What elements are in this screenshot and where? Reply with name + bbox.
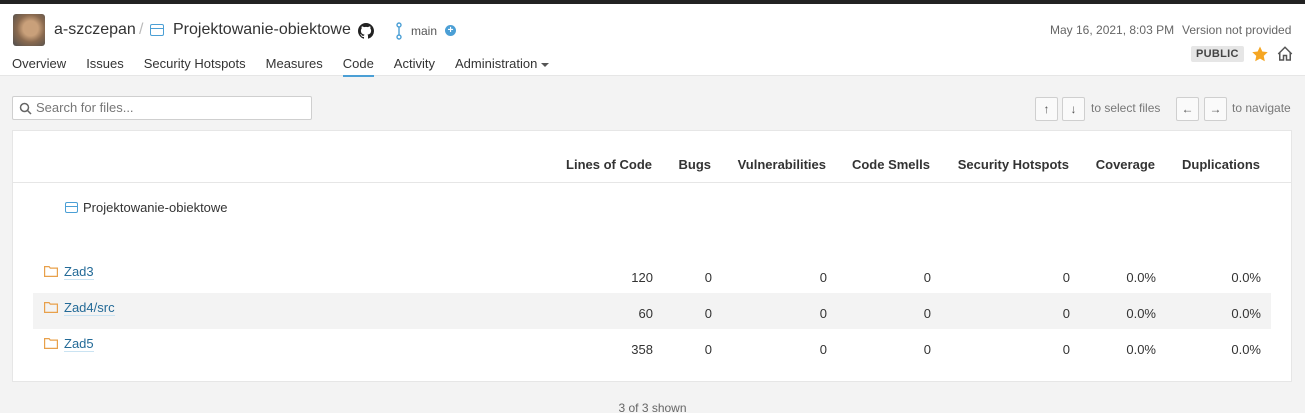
column-coverage: Coverage xyxy=(1095,157,1155,172)
results-count: 3 of 3 shown xyxy=(618,401,687,413)
avatar[interactable] xyxy=(13,14,45,46)
search-input[interactable] xyxy=(36,100,306,115)
cell-code-smells: 0 xyxy=(923,342,931,357)
navigate-hint: to navigate xyxy=(1232,101,1291,115)
tab-overview[interactable]: Overview xyxy=(12,56,66,77)
code-table: Lines of Code Bugs Vulnerabilities Code … xyxy=(12,130,1292,382)
key-right-button: → xyxy=(1204,97,1227,121)
version-label: Version not provided xyxy=(1182,23,1292,37)
project-header: a-szczepan / Projektowanie-obiektowe mai… xyxy=(0,4,1305,77)
folder-link[interactable]: Zad5 xyxy=(64,336,94,352)
cell-lines-of-code: 358 xyxy=(631,342,653,357)
cell-duplications: 0.0% xyxy=(1231,306,1261,321)
select-hint: to select files xyxy=(1091,101,1161,115)
visibility-badge: PUBLIC xyxy=(1191,46,1244,62)
column-bugs: Bugs xyxy=(678,157,712,172)
root-component-name: Projektowanie-obiektowe xyxy=(83,200,228,215)
cell-bugs: 0 xyxy=(704,270,712,285)
breadcrumb-separator: / xyxy=(139,21,144,38)
tab-measures[interactable]: Measures xyxy=(266,56,323,77)
cell-coverage: 0.0% xyxy=(1126,342,1156,357)
folder-link[interactable]: Zad4/src xyxy=(64,300,115,316)
owner-link[interactable]: a-szczepan xyxy=(54,21,136,39)
tab-code[interactable]: Code xyxy=(342,56,374,77)
table-row: Zad5 358 0 0 0 0 0.0% 0.0% xyxy=(33,329,1271,365)
project-name-link[interactable]: Projektowanie-obiektowe xyxy=(173,21,351,39)
branch-icon xyxy=(396,22,402,40)
cell-security-hotspots: 0 xyxy=(1062,270,1070,285)
cell-duplications: 0.0% xyxy=(1231,270,1261,285)
key-up-button: ↑ xyxy=(1035,97,1058,121)
project-icon xyxy=(65,202,78,213)
chevron-down-icon xyxy=(541,62,550,67)
cell-bugs: 0 xyxy=(704,306,712,321)
folder-icon xyxy=(44,266,58,277)
cell-lines-of-code: 120 xyxy=(631,270,653,285)
cell-coverage: 0.0% xyxy=(1126,270,1156,285)
key-left-button: ← xyxy=(1176,97,1199,121)
tab-security-hotspots[interactable]: Security Hotspots xyxy=(144,56,246,77)
cell-security-hotspots: 0 xyxy=(1062,342,1070,357)
column-lines-of-code: Lines of Code xyxy=(566,157,652,172)
cell-coverage: 0.0% xyxy=(1126,306,1156,321)
tab-administration[interactable]: Administration xyxy=(454,56,550,77)
file-search xyxy=(12,96,312,120)
cell-duplications: 0.0% xyxy=(1231,342,1261,357)
folder-icon xyxy=(44,302,58,313)
cell-vulnerabilities: 0 xyxy=(819,306,827,321)
column-vulnerabilities: Vulnerabilities xyxy=(737,157,826,172)
cell-bugs: 0 xyxy=(704,342,712,357)
analysis-date: May 16, 2021, 8:03 PM xyxy=(1050,23,1175,37)
cell-lines-of-code: 60 xyxy=(638,306,653,321)
search-icon xyxy=(19,102,32,115)
folder-link[interactable]: Zad3 xyxy=(64,264,94,280)
table-row: Zad3 120 0 0 0 0 0.0% 0.0% xyxy=(33,257,1271,293)
cell-security-hotspots: 0 xyxy=(1062,306,1070,321)
key-down-button: ↓ xyxy=(1062,97,1085,121)
column-duplications: Duplications xyxy=(1181,157,1260,172)
cell-code-smells: 0 xyxy=(923,306,931,321)
header-divider xyxy=(13,182,1291,183)
root-component: Projektowanie-obiektowe xyxy=(65,200,228,215)
project-icon xyxy=(150,24,164,36)
tab-activity[interactable]: Activity xyxy=(394,56,435,77)
cell-code-smells: 0 xyxy=(923,270,931,285)
tab-administration-label: Administration xyxy=(454,56,538,71)
plus-icon[interactable]: + xyxy=(445,25,456,36)
home-icon[interactable] xyxy=(1276,45,1294,63)
column-code-smells: Code Smells xyxy=(851,157,930,172)
cell-vulnerabilities: 0 xyxy=(819,270,827,285)
github-icon[interactable] xyxy=(358,23,374,39)
column-security-hotspots: Security Hotspots xyxy=(957,157,1069,172)
branch-name[interactable]: main xyxy=(411,24,437,38)
folder-icon xyxy=(44,338,58,349)
star-icon[interactable] xyxy=(1251,45,1269,63)
table-row: Zad4/src 60 0 0 0 0 0.0% 0.0% xyxy=(33,293,1271,329)
cell-vulnerabilities: 0 xyxy=(819,342,827,357)
tab-issues[interactable]: Issues xyxy=(86,56,124,77)
project-nav: Overview Issues Security Hotspots Measur… xyxy=(12,56,569,77)
